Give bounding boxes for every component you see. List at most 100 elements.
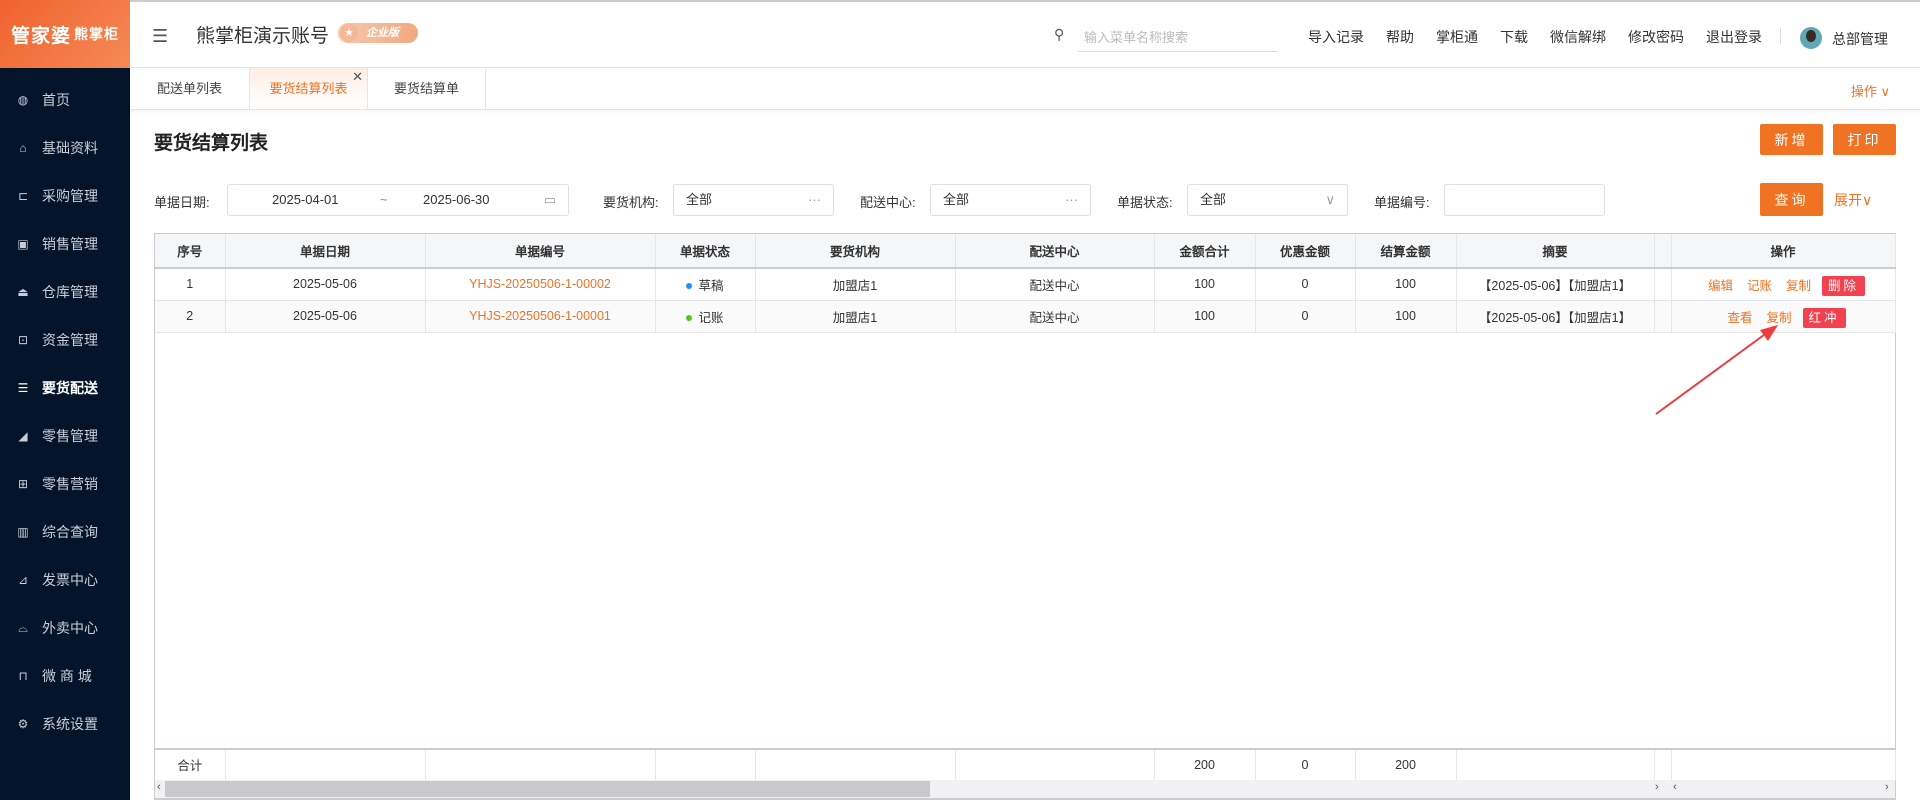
area-chart-icon: ◢ (18, 429, 28, 443)
sidebar-item[interactable]: ⊞ 零售营销 (0, 460, 130, 508)
new-button[interactable]: 新增 (1760, 124, 1823, 155)
sidebar-item-label: 外卖中心 (42, 620, 98, 636)
status-dot (686, 283, 693, 290)
scroll-left-icon[interactable]: ‹ (157, 781, 161, 793)
header-link[interactable]: 退出登录 (1706, 27, 1762, 47)
sidebar-item-label: 微 商 城 (42, 668, 92, 684)
sidebar-item-label: 系统设置 (42, 716, 98, 732)
column-header: 优惠金额 (1255, 234, 1356, 269)
sidebar-item-label: 零售营销 (42, 476, 98, 492)
sidebar-item[interactable]: ⌓ 外卖中心 (0, 604, 130, 652)
column-header: 摘要 (1456, 234, 1655, 269)
sidebar-item[interactable]: ◢ 零售管理 (0, 412, 130, 460)
row-action-link[interactable]: 记账 (1747, 279, 1772, 293)
sidebar-item-label: 采购管理 (42, 188, 98, 204)
sidebar: 管家婆 熊掌柜 ◍ 首页 ⌂ 基础资料 ⊏ 采购管理 ▣ 销售管理 ⏏ 仓库管理 ⊡ 资金管理 ☰ 要货配送… (0, 0, 130, 800)
header-link[interactable]: 修改密码 (1628, 27, 1684, 47)
column-header (1654, 234, 1672, 269)
org-select[interactable]: 全部 ··· (673, 184, 834, 216)
sidebar-item[interactable]: ⊿ 发票中心 (0, 556, 130, 604)
sidebar-item[interactable]: ☰ 要货配送 (0, 364, 130, 412)
data-table: 序号 单据日期 单据编号 单据状态 要货机构 配送中心 金额合计 优惠金额 结算金额 摘要 操作 1… (154, 233, 1896, 800)
sidebar-item[interactable]: ▥ 综合查询 (0, 508, 130, 556)
center-label: 配送中心: (860, 195, 916, 210)
document-code-link[interactable]: YHJS-20250506-1-00001 (425, 300, 656, 333)
sidebar-item[interactable]: ⏏ 仓库管理 (0, 268, 130, 316)
center-select[interactable]: 全部 ··· (930, 184, 1091, 216)
gear-icon: ⚙ (17, 717, 29, 731)
sidebar-item-label: 基础资料 (42, 140, 98, 156)
status-label: 单据状态: (1117, 195, 1173, 210)
line-chart-icon: ⊿ (17, 573, 29, 587)
sidebar-item[interactable]: ⚙ 系统设置 (0, 700, 130, 748)
column-header: 配送中心 (955, 234, 1155, 269)
header-link[interactable]: 导入记录 (1308, 27, 1364, 47)
code-label: 单据编号: (1374, 195, 1430, 210)
sidebar-item[interactable]: ⊓ 微 商 城 (0, 652, 130, 700)
date-range-picker[interactable]: 2025-04-01 ~ 2025-06-30 ▭ (227, 184, 569, 216)
tab-settlement-list[interactable]: 要货结算列表 ✕ (250, 68, 368, 109)
expand-filters-link[interactable]: 展开∨ (1834, 190, 1872, 210)
avatar[interactable] (1800, 27, 1822, 49)
more-icon: ··· (808, 192, 821, 207)
cart-icon: ⊏ (17, 189, 29, 203)
menu-search-input[interactable] (1078, 24, 1278, 52)
calendar-icon: ▣ (17, 237, 29, 251)
status-select[interactable]: 全部 ∨ (1187, 184, 1348, 216)
row-danger-button[interactable]: 删除 (1822, 275, 1866, 296)
header-link[interactable]: 掌柜通 (1436, 27, 1478, 47)
search-icon: ⚲ (1054, 26, 1065, 42)
bell-icon: ⌓ (18, 620, 28, 635)
column-header: 金额合计 (1154, 234, 1256, 269)
document-code-link[interactable]: YHJS-20250506-1-00002 (425, 268, 656, 301)
sidebar-item-label: 仓库管理 (42, 284, 98, 300)
scroll-right-icon[interactable]: › (1885, 781, 1889, 793)
header-link[interactable]: 帮助 (1386, 27, 1414, 47)
tab-settlement-form[interactable]: 要货结算单 (368, 68, 486, 109)
header-link[interactable]: 下载 (1500, 27, 1528, 47)
row-danger-button[interactable]: 红冲 (1802, 307, 1846, 328)
scroll-left-icon[interactable]: ‹ (1673, 781, 1677, 793)
calendar-icon: ▭ (543, 192, 556, 207)
query-button[interactable]: 查询 (1760, 183, 1823, 216)
sidebar-item[interactable]: ⊏ 采购管理 (0, 172, 130, 220)
status-dot (686, 315, 693, 322)
header-link[interactable]: 微信解绑 (1550, 27, 1606, 47)
sidebar-item-label: 要货配送 (42, 380, 98, 396)
sidebar-item-label: 首页 (42, 92, 70, 108)
column-header: 单据状态 (655, 234, 756, 269)
row-action-link[interactable]: 复制 (1786, 279, 1811, 293)
tab-operations-dropdown[interactable]: 操作 ∨ (1851, 81, 1890, 100)
row-action-link[interactable]: 查看 (1727, 311, 1752, 325)
scroll-right-icon[interactable]: › (1655, 781, 1659, 793)
row-action-link[interactable]: 编辑 (1708, 279, 1733, 293)
money-icon: ⊡ (17, 333, 29, 347)
account-name: 熊掌柜演示账号 (196, 26, 330, 47)
sidebar-item[interactable]: ⊡ 资金管理 (0, 316, 130, 364)
scrollbar-thumb[interactable] (165, 781, 930, 797)
code-input[interactable] (1444, 184, 1605, 216)
logo: 管家婆 熊掌柜 (0, 0, 130, 68)
star-icon: ★ (340, 24, 358, 42)
user-name[interactable]: 总部管理 (1832, 29, 1888, 49)
menu-toggle-icon[interactable]: ☰ (152, 26, 168, 47)
divider (1780, 28, 1781, 44)
status-text: 记账 (698, 310, 724, 325)
print-button[interactable]: 打印 (1833, 124, 1896, 155)
row-action-link[interactable]: 复制 (1766, 311, 1791, 325)
sidebar-item[interactable]: ◍ 首页 (0, 76, 130, 124)
table-row: 2 2025-05-06 YHJS-20250506-1-00001 记账 加盟… (155, 300, 1896, 333)
column-header: 单据编号 (425, 234, 656, 269)
column-header: 结算金额 (1355, 234, 1457, 269)
status-text: 草稿 (698, 278, 724, 293)
bag-icon: ⊓ (18, 669, 28, 683)
close-icon[interactable]: ✕ (352, 56, 363, 97)
header: ☰ 熊掌柜演示账号 ★企业版 ⚲ 导入记录 帮助 掌柜通 下载 微信解绑 修改密码 退出登录… (130, 0, 1920, 68)
sidebar-item[interactable]: ▣ 销售管理 (0, 220, 130, 268)
tab-delivery-list[interactable]: 配送单列表 (130, 68, 250, 109)
bar-chart-icon: ▥ (17, 525, 29, 539)
horizontal-scrollbar[interactable]: ‹ › ‹ › (155, 780, 1895, 798)
more-icon: ··· (1065, 192, 1078, 207)
sidebar-item[interactable]: ⌂ 基础资料 (0, 124, 130, 172)
sidebar-item-label: 销售管理 (42, 236, 98, 252)
